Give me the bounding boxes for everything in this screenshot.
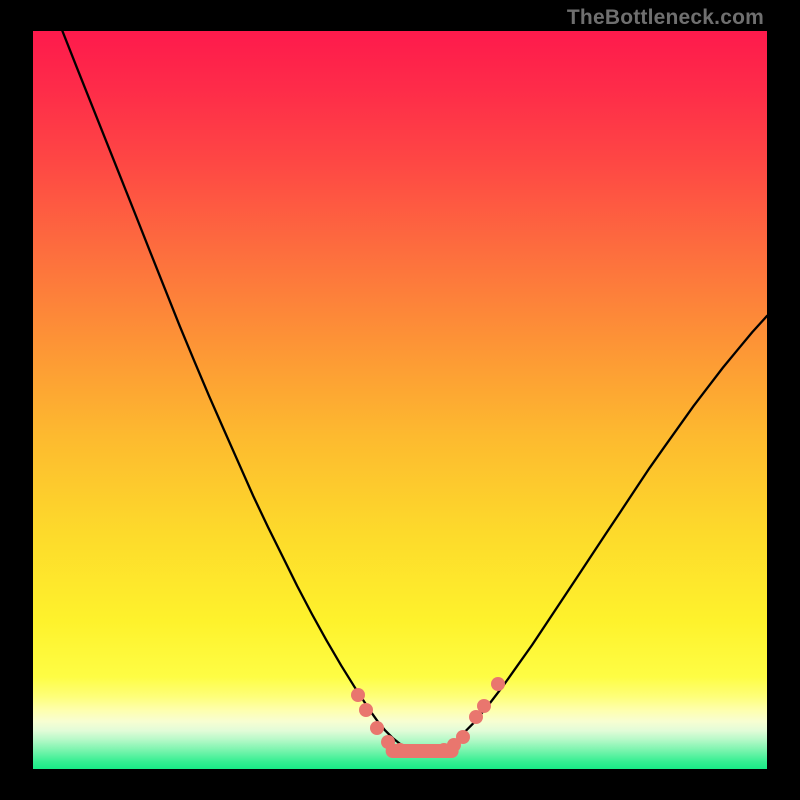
chart-frame: TheBottleneck.com [0,0,800,800]
v-curve [33,31,767,769]
watermark-text: TheBottleneck.com [567,6,764,30]
plot-area [33,31,767,769]
